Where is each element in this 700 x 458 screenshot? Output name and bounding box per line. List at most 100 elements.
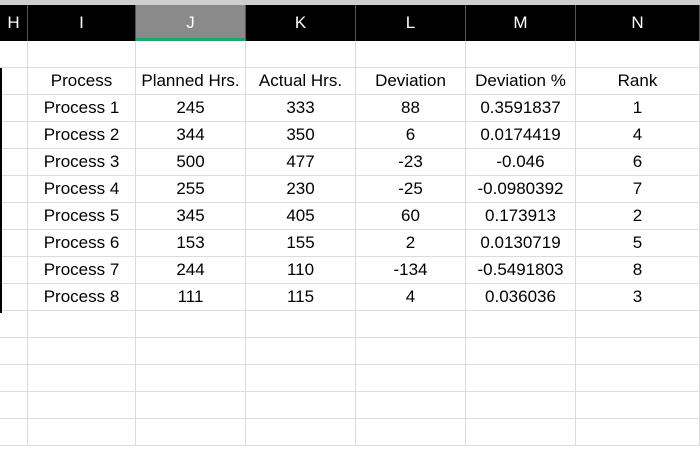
table-cell[interactable]: 115 <box>246 284 356 311</box>
empty-cell[interactable] <box>0 311 28 338</box>
table-cell[interactable]: -134 <box>356 257 466 284</box>
table-cell[interactable]: 0.036036 <box>466 284 576 311</box>
table-cell[interactable]: 2 <box>576 203 700 230</box>
table-cell[interactable]: 110 <box>246 257 356 284</box>
empty-cell[interactable] <box>28 392 136 419</box>
empty-cell[interactable] <box>0 95 28 122</box>
empty-cell[interactable] <box>0 176 28 203</box>
empty-cell[interactable] <box>466 365 576 392</box>
table-cell[interactable]: 5 <box>576 230 700 257</box>
table-cell[interactable]: -0.0980392 <box>466 176 576 203</box>
empty-cell[interactable] <box>0 365 28 392</box>
empty-cell[interactable] <box>28 419 136 446</box>
empty-cell[interactable] <box>246 365 356 392</box>
empty-cell[interactable] <box>0 392 28 419</box>
empty-cell[interactable] <box>356 365 466 392</box>
empty-cell[interactable] <box>466 41 576 68</box>
empty-cell[interactable] <box>136 365 246 392</box>
table-cell[interactable]: 344 <box>136 122 246 149</box>
table-cell[interactable]: 111 <box>136 284 246 311</box>
empty-cell[interactable] <box>136 311 246 338</box>
empty-cell[interactable] <box>0 68 28 95</box>
table-cell[interactable]: Process 6 <box>28 230 136 257</box>
empty-cell[interactable] <box>246 41 356 68</box>
table-cell[interactable]: 6 <box>356 122 466 149</box>
table-header-cell[interactable]: Process <box>28 68 136 95</box>
column-header-k[interactable]: K <box>246 5 356 41</box>
table-cell[interactable]: 88 <box>356 95 466 122</box>
empty-cell[interactable] <box>576 41 700 68</box>
empty-cell[interactable] <box>246 338 356 365</box>
table-cell[interactable]: Process 8 <box>28 284 136 311</box>
empty-cell[interactable] <box>466 311 576 338</box>
table-cell[interactable]: 405 <box>246 203 356 230</box>
empty-cell[interactable] <box>356 311 466 338</box>
table-cell[interactable]: 350 <box>246 122 356 149</box>
empty-cell[interactable] <box>576 311 700 338</box>
empty-cell[interactable] <box>576 392 700 419</box>
column-header-h[interactable]: H <box>0 5 28 41</box>
empty-cell[interactable] <box>466 338 576 365</box>
table-cell[interactable]: Process 7 <box>28 257 136 284</box>
empty-cell[interactable] <box>136 419 246 446</box>
table-cell[interactable]: 500 <box>136 149 246 176</box>
table-cell[interactable]: 4 <box>356 284 466 311</box>
table-header-cell[interactable]: Deviation % <box>466 68 576 95</box>
table-cell[interactable]: 477 <box>246 149 356 176</box>
empty-cell[interactable] <box>246 311 356 338</box>
empty-cell[interactable] <box>356 338 466 365</box>
empty-cell[interactable] <box>246 419 356 446</box>
table-cell[interactable]: 4 <box>576 122 700 149</box>
table-cell[interactable]: 345 <box>136 203 246 230</box>
empty-cell[interactable] <box>356 392 466 419</box>
empty-cell[interactable] <box>0 257 28 284</box>
table-cell[interactable]: 60 <box>356 203 466 230</box>
empty-cell[interactable] <box>466 392 576 419</box>
column-header-i[interactable]: I <box>28 5 136 41</box>
empty-cell[interactable] <box>28 338 136 365</box>
empty-cell[interactable] <box>0 284 28 311</box>
table-cell[interactable]: 3 <box>576 284 700 311</box>
table-cell[interactable]: 153 <box>136 230 246 257</box>
table-header-cell[interactable]: Rank <box>576 68 700 95</box>
table-cell[interactable]: Process 4 <box>28 176 136 203</box>
table-cell[interactable]: 0.3591837 <box>466 95 576 122</box>
column-header-n[interactable]: N <box>576 5 700 41</box>
table-cell[interactable]: Process 3 <box>28 149 136 176</box>
table-cell[interactable]: 7 <box>576 176 700 203</box>
table-cell[interactable]: 255 <box>136 176 246 203</box>
empty-cell[interactable] <box>0 122 28 149</box>
empty-cell[interactable] <box>356 41 466 68</box>
table-cell[interactable]: 230 <box>246 176 356 203</box>
empty-cell[interactable] <box>0 338 28 365</box>
table-cell[interactable]: 0.0130719 <box>466 230 576 257</box>
empty-cell[interactable] <box>466 419 576 446</box>
table-header-cell[interactable]: Planned Hrs. <box>136 68 246 95</box>
empty-cell[interactable] <box>576 419 700 446</box>
empty-cell[interactable] <box>246 392 356 419</box>
table-cell[interactable]: 0.173913 <box>466 203 576 230</box>
column-header-l[interactable]: L <box>356 5 466 41</box>
empty-cell[interactable] <box>0 149 28 176</box>
table-cell[interactable]: 8 <box>576 257 700 284</box>
table-cell[interactable]: -0.046 <box>466 149 576 176</box>
table-cell[interactable]: 0.0174419 <box>466 122 576 149</box>
empty-cell[interactable] <box>0 41 28 68</box>
table-header-cell[interactable]: Deviation <box>356 68 466 95</box>
empty-cell[interactable] <box>0 419 28 446</box>
table-cell[interactable]: 244 <box>136 257 246 284</box>
table-cell[interactable]: 6 <box>576 149 700 176</box>
table-cell[interactable]: 1 <box>576 95 700 122</box>
table-cell[interactable]: Process 1 <box>28 95 136 122</box>
empty-cell[interactable] <box>136 338 246 365</box>
table-cell[interactable]: -25 <box>356 176 466 203</box>
table-cell[interactable]: 155 <box>246 230 356 257</box>
empty-cell[interactable] <box>28 41 136 68</box>
empty-cell[interactable] <box>0 230 28 257</box>
table-cell[interactable]: -23 <box>356 149 466 176</box>
empty-cell[interactable] <box>576 338 700 365</box>
table-cell[interactable]: 2 <box>356 230 466 257</box>
empty-cell[interactable] <box>136 392 246 419</box>
table-cell[interactable]: 333 <box>246 95 356 122</box>
table-cell[interactable]: Process 5 <box>28 203 136 230</box>
